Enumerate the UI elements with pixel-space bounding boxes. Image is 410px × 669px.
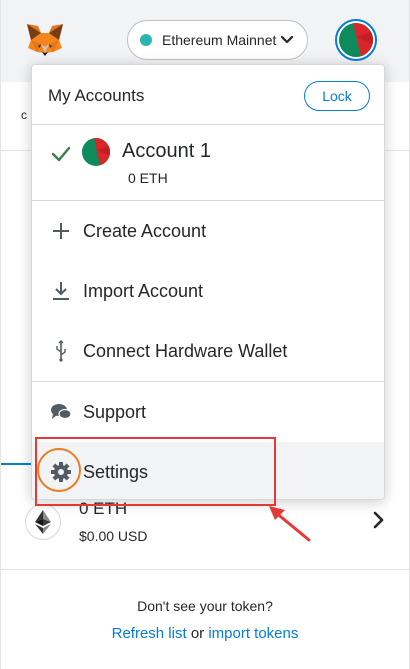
- plus-icon: [50, 220, 72, 242]
- account-menu-header: My Accounts Lock: [32, 65, 384, 125]
- annotation-arrow-icon: [263, 500, 313, 544]
- metamask-fox-icon[interactable]: [25, 22, 65, 58]
- account-list-item[interactable]: Account 1 0 ETH: [32, 125, 384, 201]
- import-account-item[interactable]: Import Account: [32, 261, 384, 321]
- account-avatar-button[interactable]: [335, 19, 377, 61]
- ethereum-icon: [25, 504, 61, 540]
- chevron-down-icon: [276, 29, 297, 51]
- metamask-popup: Ethereum Mainnet c 0 ETH $0.00 USD Don't…: [0, 0, 410, 669]
- menu-item-label: Connect Hardware Wallet: [83, 340, 288, 361]
- network-selector[interactable]: Ethereum Mainnet: [127, 20, 308, 60]
- connect-hardware-wallet-item[interactable]: Connect Hardware Wallet: [32, 321, 384, 381]
- account-name: Account 1: [122, 140, 211, 162]
- account-identicon: [339, 23, 373, 57]
- chevron-right-icon: [369, 510, 389, 530]
- token-links: Refresh list or import tokens: [1, 625, 409, 642]
- account-identicon: [82, 138, 110, 166]
- import-tokens-link[interactable]: import tokens: [208, 625, 298, 642]
- network-status-dot: [140, 34, 152, 46]
- lock-button[interactable]: Lock: [304, 81, 370, 111]
- clipped-text: c: [21, 108, 27, 122]
- or-text: or: [190, 625, 205, 642]
- create-account-item[interactable]: Create Account: [32, 201, 384, 261]
- usb-icon: [50, 340, 72, 362]
- account-menu-title: My Accounts: [48, 86, 145, 105]
- asset-fiat-value: $0.00 USD: [79, 528, 148, 544]
- account-menu: My Accounts Lock Account 1 0 ETH Create …: [31, 64, 385, 500]
- support-item[interactable]: Support: [32, 382, 384, 442]
- menu-item-label: Support: [83, 401, 147, 422]
- chat-bubbles-icon: [50, 401, 72, 423]
- highlight-ring: [37, 448, 81, 492]
- network-label: Ethereum Mainnet: [162, 32, 277, 48]
- account-balance: 0 ETH: [128, 170, 168, 186]
- refresh-list-link[interactable]: Refresh list: [112, 625, 187, 642]
- menu-item-label: Import Account: [83, 280, 204, 301]
- menu-item-label: Create Account: [83, 220, 207, 241]
- missing-token-prompt: Don't see your token?: [137, 598, 273, 614]
- check-icon: [50, 143, 72, 165]
- download-icon: [50, 280, 72, 302]
